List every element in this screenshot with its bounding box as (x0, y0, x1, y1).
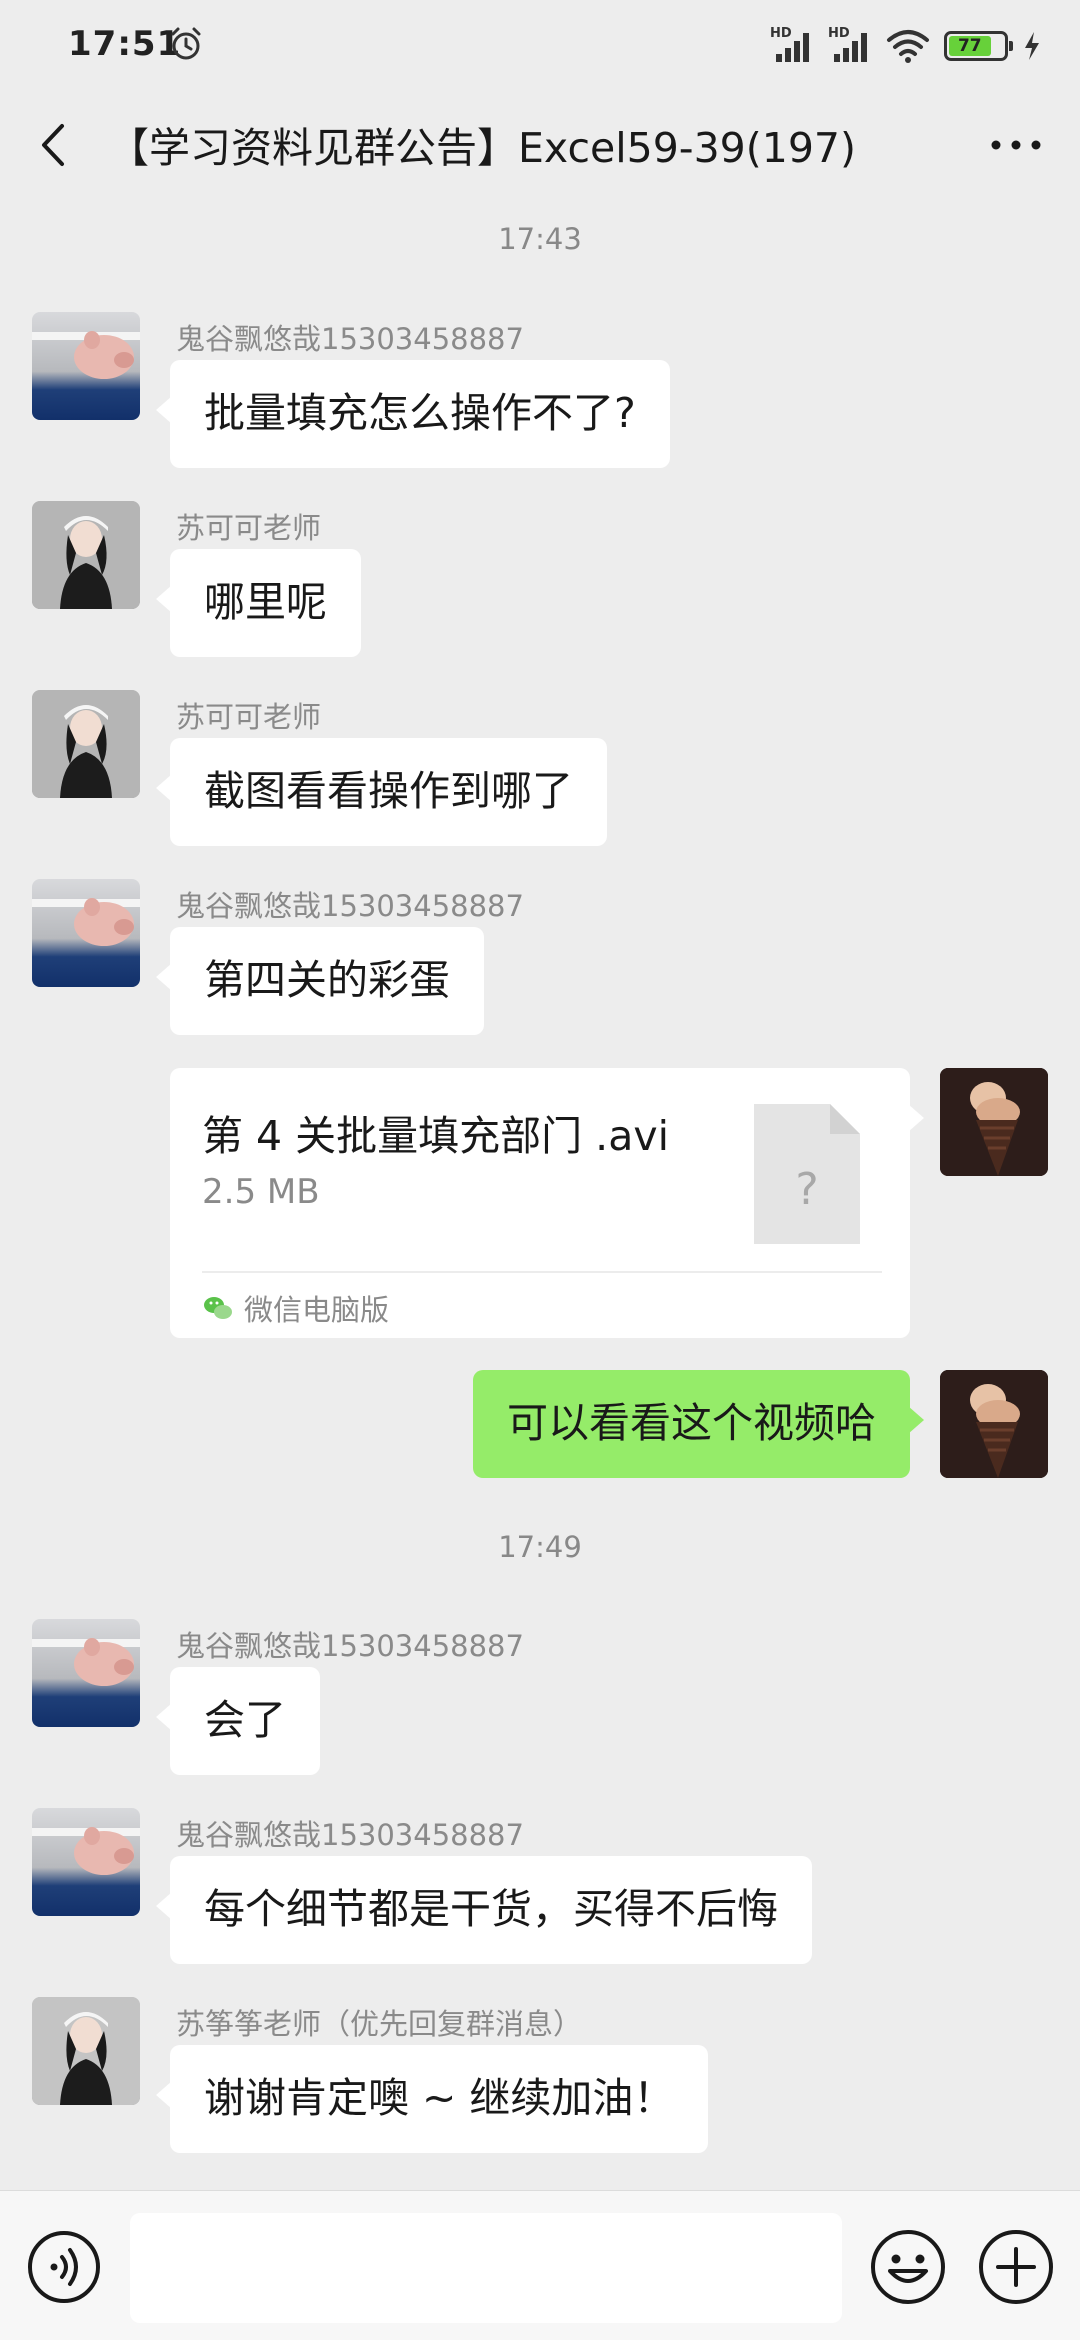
avatar[interactable] (940, 1068, 1048, 1176)
avatar[interactable] (32, 312, 140, 420)
message-bubble[interactable]: 谢谢肯定噢 ~ 继续加油！ (155, 2045, 709, 2153)
battery-level: 77 (949, 36, 991, 56)
pig-avatar-icon (32, 331, 140, 379)
alarm-icon (171, 27, 201, 60)
charging-icon (1025, 32, 1039, 60)
voice-icon[interactable] (26, 2229, 102, 2305)
message-input[interactable] (130, 2213, 842, 2323)
sender-name: 鬼谷飘悠哉15303458887 (176, 1818, 524, 1852)
avatar[interactable] (940, 1370, 1048, 1478)
message-bubble[interactable]: 哪里呢 (156, 549, 361, 657)
avatar[interactable] (32, 501, 140, 609)
avatar[interactable] (32, 1997, 140, 2105)
pig-avatar-icon (32, 1827, 140, 1875)
status-bar: 17:51 HD HD 77 (0, 0, 1080, 90)
icecream-avatar-icon (940, 1068, 1048, 1176)
girl-avatar-icon (32, 1997, 140, 2105)
avatar[interactable] (32, 690, 140, 798)
sender-name: 苏可可老师 (176, 511, 322, 545)
back-arrow-icon[interactable] (34, 120, 74, 170)
hd-label: HD (828, 26, 850, 41)
status-icons: HD HD 77 (770, 26, 1042, 66)
divider (202, 1271, 882, 1273)
file-source: 微信电脑版 (202, 1286, 389, 1330)
status-time: 17:51 (68, 24, 182, 64)
more-icon[interactable] (986, 120, 1046, 170)
message-bubble[interactable]: 截图看看操作到哪了 (156, 738, 607, 846)
timestamp: 17:49 (498, 1530, 582, 1564)
sender-name: 鬼谷飘悠哉15303458887 (176, 1629, 524, 1663)
chat-header: 【学习资料见群公告】Excel59-39(197) (0, 100, 1080, 190)
file-message-card[interactable]: 第 4 关批量填充部门 .avi 2.5 MB ? 微信电脑版 (170, 1068, 924, 1338)
avatar[interactable] (32, 1808, 140, 1916)
wifi-icon (887, 30, 929, 63)
sender-name: 鬼谷飘悠哉15303458887 (176, 889, 524, 923)
avatar[interactable] (32, 879, 140, 987)
file-source-label: 微信电脑版 (244, 1293, 390, 1327)
message-bubble-outgoing[interactable]: 可以看看这个视频哈 (473, 1370, 924, 1478)
girl-avatar-icon (32, 690, 140, 798)
unknown-file-icon: ? (754, 1104, 860, 1244)
sender-name: 苏筝筝老师（优先回复群消息） (176, 2007, 583, 2041)
sender-name: 鬼谷飘悠哉15303458887 (176, 322, 524, 356)
file-name: 第 4 关批量填充部门 .avi (202, 1112, 669, 1160)
cellular-signal-icon-2: HD (828, 26, 872, 64)
battery-icon: 77 (944, 31, 1013, 61)
pig-avatar-icon (32, 898, 140, 946)
girl-avatar-icon (32, 501, 140, 609)
emoji-icon[interactable] (868, 2227, 948, 2307)
message-bubble[interactable]: 第四关的彩蛋 (156, 927, 484, 1035)
icecream-avatar-icon (940, 1370, 1048, 1478)
chat-title: 【学习资料见群公告】Excel59-39(197) (108, 124, 856, 172)
wechat-icon (204, 1297, 232, 1319)
svg-text:?: ? (795, 1164, 818, 1215)
hd-label: HD (770, 26, 792, 41)
pig-avatar-icon (32, 1638, 140, 1686)
plus-icon[interactable] (976, 2227, 1056, 2307)
file-size: 2.5 MB (202, 1172, 320, 1212)
cellular-signal-icon: HD (770, 26, 814, 64)
sender-name: 苏可可老师 (176, 700, 322, 734)
avatar[interactable] (32, 1619, 140, 1727)
message-bubble[interactable]: 会了 (156, 1667, 320, 1775)
input-bar (0, 2190, 1080, 2340)
message-bubble[interactable]: 每个细节都是干货，买得不后悔 (156, 1856, 812, 1964)
timestamp: 17:43 (498, 222, 582, 256)
message-bubble[interactable]: 批量填充怎么操作不了? (156, 360, 670, 468)
